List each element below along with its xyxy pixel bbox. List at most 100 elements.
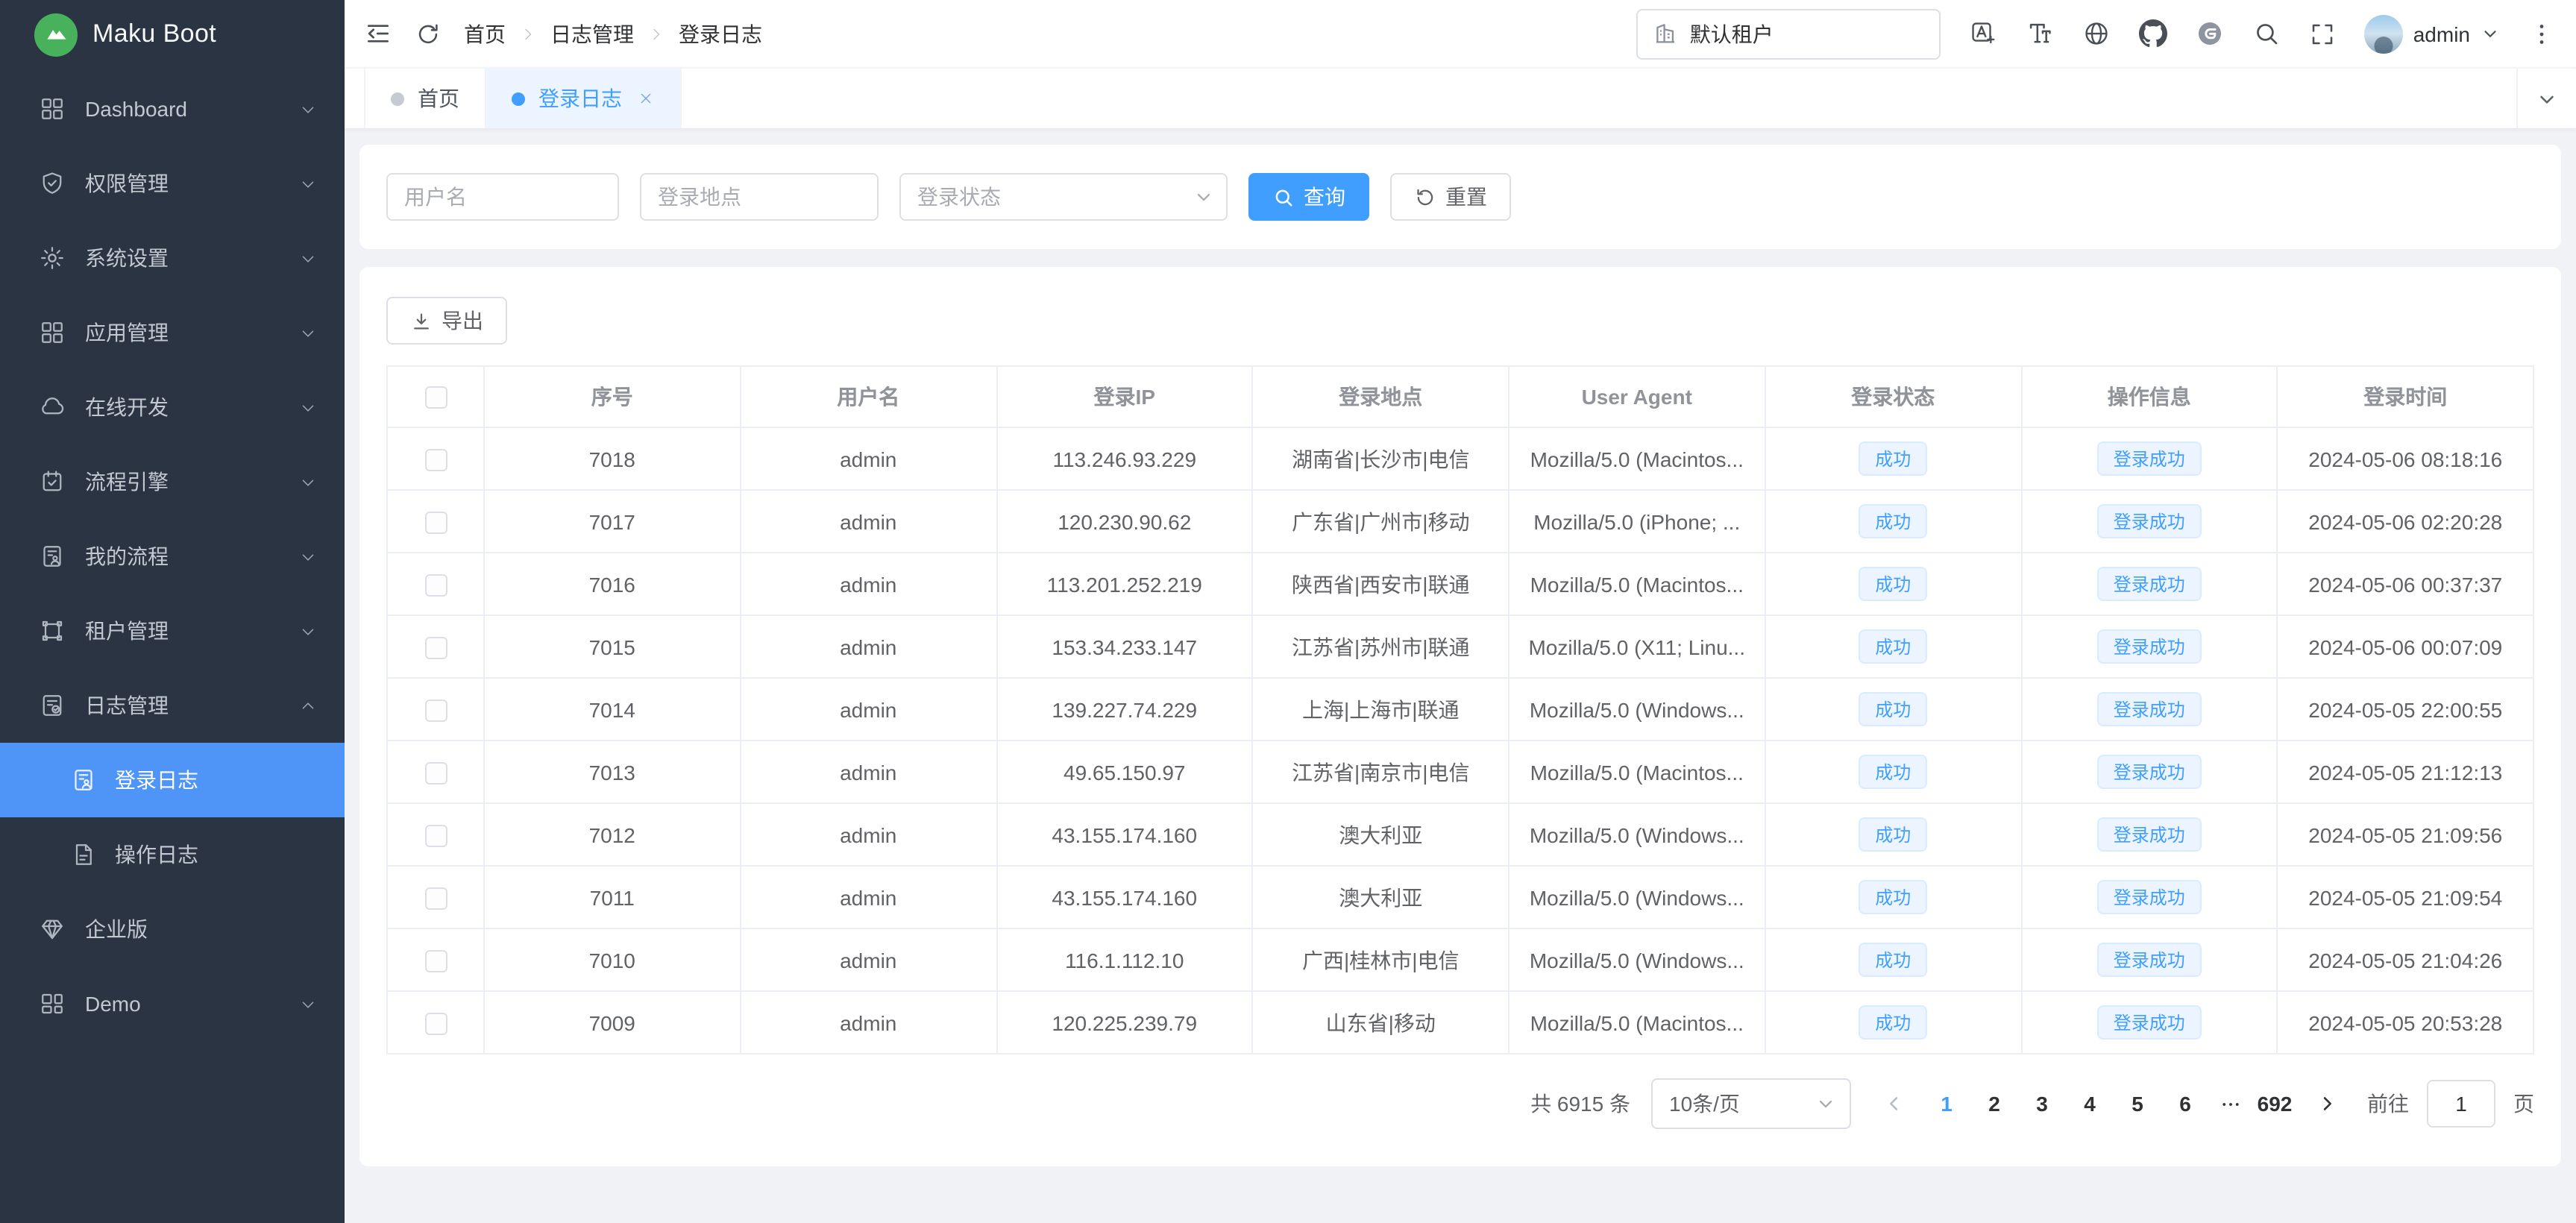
chevron-up-icon: [298, 696, 318, 715]
cell-username: admin: [741, 928, 997, 991]
row-checkbox[interactable]: [424, 637, 447, 659]
sidebar-item-demo[interactable]: Demo: [0, 966, 345, 1041]
column-header: 登录时间: [2278, 366, 2534, 427]
page-number[interactable]: 6: [2161, 1080, 2209, 1128]
page-number[interactable]: 1: [1923, 1080, 1970, 1128]
table-row: 7012admin43.155.174.160澳大利亚Mozilla/5.0 (…: [387, 803, 2533, 866]
cell-location: 广西|桂林市|电信: [1253, 928, 1510, 991]
doc-check-icon: [39, 692, 66, 719]
tab-home[interactable]: 首页: [364, 69, 486, 128]
column-header: 登录地点: [1253, 366, 1510, 427]
breadcrumb-item[interactable]: 登录日志: [679, 19, 762, 48]
cell-operation: 登录成功: [2021, 991, 2278, 1054]
cell-login-time: 2024-05-05 21:12:13: [2278, 741, 2534, 803]
globe-icon[interactable]: [2082, 19, 2111, 48]
sidebar-item-my-flow[interactable]: 我的流程: [0, 519, 345, 594]
cell-status: 成功: [1765, 803, 2022, 866]
sidebar-item-flow-engine[interactable]: 流程引擎: [0, 444, 345, 519]
cell-username: admin: [741, 427, 997, 490]
collapse-sidebar-icon[interactable]: [364, 19, 392, 48]
github-icon[interactable]: [2139, 19, 2167, 48]
column-header: User Agent: [1509, 366, 1765, 427]
tab-login-log[interactable]: 登录日志: [486, 69, 682, 128]
sidebar-item-login-log[interactable]: 登录日志: [0, 743, 345, 817]
sidebar-item-app-management[interactable]: 应用管理: [0, 295, 345, 370]
cell-select: [387, 741, 484, 803]
sidebar-item-permission[interactable]: 权限管理: [0, 146, 345, 221]
refresh-icon[interactable]: [415, 20, 442, 47]
sidebar-item-system-settings[interactable]: 系统设置: [0, 221, 345, 295]
page-size-select[interactable]: 10条/页: [1651, 1078, 1851, 1129]
goto-page-input[interactable]: [2427, 1080, 2495, 1128]
sidebar-item-label: 系统设置: [85, 243, 169, 273]
sidebar-item-online-dev[interactable]: 在线开发: [0, 370, 345, 444]
next-page-button[interactable]: [2308, 1080, 2346, 1128]
gitee-icon[interactable]: [2196, 19, 2224, 48]
cell-select: [387, 553, 484, 615]
row-checkbox[interactable]: [424, 449, 447, 471]
sidebar-item-enterprise[interactable]: 企业版: [0, 892, 345, 966]
more-pages-icon[interactable]: [2209, 1092, 2251, 1115]
login-status-input[interactable]: [899, 173, 1228, 221]
tenant-select[interactable]: 默认租户: [1636, 8, 1941, 59]
row-checkbox[interactable]: [424, 699, 447, 722]
reset-button[interactable]: 重置: [1390, 173, 1511, 221]
table-row: 7015admin153.34.233.147江苏省|苏州市|联通Mozilla…: [387, 615, 2533, 678]
sidebar-item-operation-log[interactable]: 操作日志: [0, 817, 345, 892]
goto-unit: 页: [2513, 1089, 2534, 1119]
login-status-select[interactable]: [899, 173, 1228, 221]
top-navbar: 首页 日志管理 登录日志 默认租户: [345, 0, 2576, 67]
user-menu[interactable]: admin: [2364, 14, 2500, 53]
sidebar-item-label: 流程引擎: [85, 467, 169, 497]
row-checkbox[interactable]: [424, 512, 447, 534]
cell-user-agent: Mozilla/5.0 (Macintos...: [1509, 741, 1765, 803]
breadcrumb-item[interactable]: 日志管理: [550, 19, 634, 48]
cell-login-time: 2024-05-05 21:04:26: [2278, 928, 2534, 991]
gear-icon: [39, 245, 66, 271]
page-number[interactable]: 2: [1970, 1080, 2018, 1128]
breadcrumb-item[interactable]: 首页: [464, 19, 506, 48]
goto-label: 前往: [2367, 1089, 2409, 1119]
page-content: 查询 重置 导出: [345, 128, 2576, 1223]
avatar: [2364, 14, 2403, 53]
page-number[interactable]: 3: [2018, 1080, 2066, 1128]
search-button[interactable]: 查询: [1248, 173, 1369, 221]
search-icon[interactable]: [2252, 19, 2281, 48]
row-checkbox[interactable]: [424, 762, 447, 785]
font-size-icon[interactable]: [2026, 19, 2054, 48]
translate-icon[interactable]: [1969, 19, 1997, 48]
row-checkbox[interactable]: [424, 825, 447, 847]
cell-user-agent: Mozilla/5.0 (Windows...: [1509, 678, 1765, 741]
sidebar-item-tenant[interactable]: 租户管理: [0, 594, 345, 668]
page-number[interactable]: 4: [2066, 1080, 2114, 1128]
cell-location: 澳大利亚: [1253, 866, 1510, 928]
cell-status: 成功: [1765, 866, 2022, 928]
sidebar-item-dashboard[interactable]: Dashboard: [0, 72, 345, 146]
row-checkbox[interactable]: [424, 950, 447, 972]
status-badge: 成功: [1859, 629, 1927, 664]
cell-login-time: 2024-05-06 00:07:09: [2278, 615, 2534, 678]
chevron-down-icon: [2481, 24, 2500, 43]
more-settings-icon[interactable]: [2528, 20, 2555, 47]
login-location-input[interactable]: [640, 173, 879, 221]
doc-user-icon: [39, 543, 66, 570]
username-input[interactable]: [386, 173, 619, 221]
export-button[interactable]: 导出: [386, 297, 507, 345]
row-checkbox[interactable]: [424, 887, 447, 910]
page-number[interactable]: 5: [2114, 1080, 2161, 1128]
prev-page-button[interactable]: [1875, 1080, 1914, 1128]
operation-badge: 登录成功: [2097, 1005, 2202, 1040]
cell-username: admin: [741, 678, 997, 741]
row-checkbox[interactable]: [424, 574, 447, 597]
tenant-value: 默认租户: [1690, 19, 1774, 48]
sidebar-item-log[interactable]: 日志管理: [0, 668, 345, 743]
select-all-checkbox[interactable]: [424, 387, 447, 409]
sidebar-item-label: Dashboard: [85, 97, 187, 121]
fullscreen-icon[interactable]: [2309, 20, 2336, 47]
page-number-last[interactable]: 692: [2251, 1080, 2299, 1128]
tab-options-dropdown[interactable]: [2516, 69, 2576, 128]
close-tab-icon[interactable]: [637, 89, 655, 107]
breadcrumb: 首页 日志管理 登录日志: [464, 19, 762, 48]
row-checkbox[interactable]: [424, 1013, 447, 1035]
logo-mountain-icon: [34, 13, 78, 56]
